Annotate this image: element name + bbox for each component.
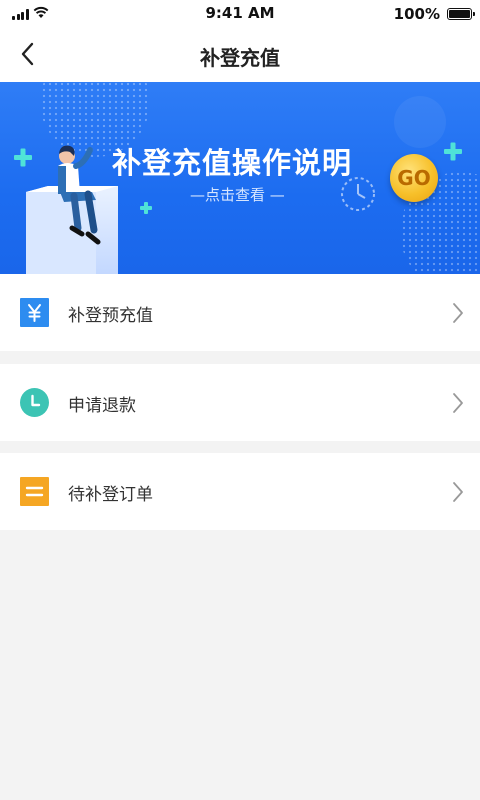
menu-item-refund[interactable]: 申请退款 xyxy=(0,364,480,441)
banner-title: 补登充值操作说明 xyxy=(112,146,353,180)
yen-icon xyxy=(20,298,49,327)
battery-icon xyxy=(447,8,475,20)
menu-item-pre-recharge[interactable]: 补登预充值 xyxy=(0,274,480,351)
menu-item-label: 待补登订单 xyxy=(68,485,153,505)
banner-subtitle: —点击查看 — xyxy=(190,186,285,204)
go-button[interactable]: GO xyxy=(390,154,438,202)
page-title: 补登充值 xyxy=(200,46,280,70)
clock-icon xyxy=(20,388,49,417)
chevron-right-icon xyxy=(453,393,463,413)
status-bar: 9:41 AM 100% xyxy=(0,0,480,28)
menu-item-label: 申请退款 xyxy=(68,396,136,416)
menu-item-pending-orders[interactable]: 待补登订单 xyxy=(0,453,480,530)
menu-item-label: 补登预充值 xyxy=(68,306,153,326)
nav-bar: 补登充值 xyxy=(0,28,480,82)
chevron-right-icon xyxy=(453,303,463,323)
chevron-right-icon xyxy=(453,482,463,502)
banner[interactable]: 补登充值操作说明 —点击查看 — GO xyxy=(0,82,480,274)
list-icon xyxy=(20,477,49,506)
battery-percent: 100% xyxy=(393,5,440,23)
